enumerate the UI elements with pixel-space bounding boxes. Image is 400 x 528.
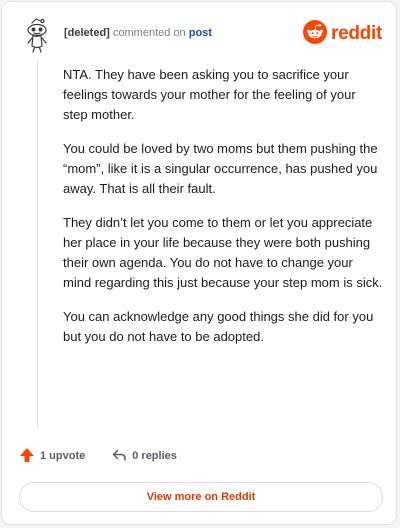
reply-arrow-icon — [111, 447, 132, 466]
view-more-button[interactable]: View more on Reddit — [19, 482, 383, 512]
reply-button[interactable]: 0 replies — [111, 447, 177, 466]
reddit-brand[interactable]: reddit — [303, 19, 382, 49]
comment-header: [deleted] commented on post reddit — [2, 2, 396, 62]
comment-paragraph: They didn’t let you come to them or let … — [63, 215, 383, 290]
comment-paragraph: You can acknowledge any good things she … — [63, 309, 374, 344]
reddit-wordmark: reddit — [331, 23, 382, 44]
upvote-arrow-icon — [19, 447, 40, 466]
replies-count: 0 replies — [132, 450, 177, 462]
reddit-logo-icon — [303, 19, 328, 49]
comment-actions: 1 upvote 0 replies — [19, 445, 203, 467]
post-link[interactable]: post — [189, 27, 212, 39]
thread-line — [37, 58, 38, 430]
comment-paragraph: You could be loved by two moms but them … — [63, 141, 378, 196]
comment-body: NTA. They have been asking you to sacrif… — [63, 65, 383, 361]
upvote-button[interactable]: 1 upvote — [19, 447, 85, 466]
comment-card: [deleted] commented on post reddit NTA. … — [1, 1, 397, 525]
snoo-avatar-icon — [22, 16, 52, 54]
commented-on-text: commented on — [112, 27, 186, 39]
username[interactable]: [deleted] — [64, 27, 110, 39]
upvote-count: 1 upvote — [40, 450, 86, 462]
comment-byline: [deleted] commented on post — [64, 27, 212, 39]
comment-paragraph: NTA. They have been asking you to sacrif… — [63, 67, 356, 122]
